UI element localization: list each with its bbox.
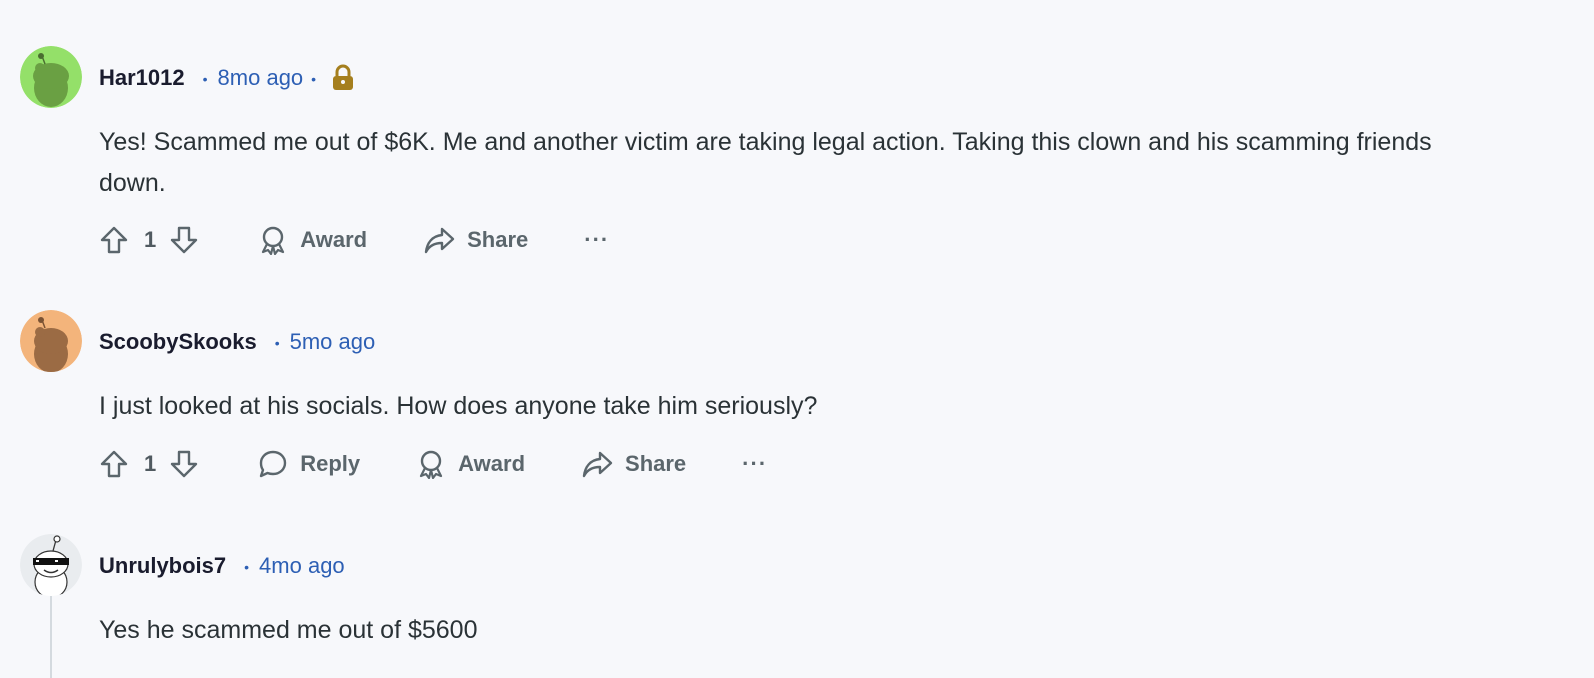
separator-dot: • xyxy=(311,71,317,87)
thread-line[interactable] xyxy=(50,596,52,678)
separator-dot: • xyxy=(274,335,280,351)
username[interactable]: Unrulybois7 xyxy=(99,553,226,579)
vote-controls: 1 xyxy=(98,224,200,256)
separator-dot: • xyxy=(244,559,250,575)
award-icon xyxy=(420,450,443,479)
share-label: Share xyxy=(467,227,529,252)
share-button[interactable]: Share xyxy=(423,225,528,255)
lock-icon xyxy=(330,64,356,92)
reply-button[interactable]: Reply xyxy=(258,449,360,479)
award-label: Award xyxy=(300,227,368,252)
reply-label: Reply xyxy=(300,451,361,476)
comment-actions: 1 Award Share ··· xyxy=(98,222,609,258)
upvote-icon[interactable] xyxy=(98,448,130,480)
timestamp[interactable]: 5mo ago xyxy=(290,329,376,355)
avatar[interactable] xyxy=(20,310,82,372)
award-label: Award xyxy=(458,451,526,476)
comment-meta: Har1012 • 8mo ago • xyxy=(99,64,356,92)
avatar[interactable] xyxy=(20,534,82,596)
share-icon xyxy=(582,451,613,478)
share-icon xyxy=(424,227,455,254)
timestamp[interactable]: 8mo ago xyxy=(218,65,304,91)
username[interactable]: Har1012 xyxy=(99,65,185,91)
award-icon xyxy=(262,226,285,255)
vote-controls: 1 xyxy=(98,448,200,480)
share-label: Share xyxy=(625,451,687,476)
comment-body: Yes he scammed me out of $5600 xyxy=(99,616,478,644)
comment-thread: Har1012 • 8mo ago • Yes! Scammed me out … xyxy=(0,0,1594,678)
comment-meta: Unrulybois7 • 4mo ago xyxy=(99,552,345,580)
timestamp[interactable]: 4mo ago xyxy=(259,553,345,579)
comment-meta: ScoobySkooks • 5mo ago xyxy=(99,328,375,356)
downvote-icon[interactable] xyxy=(168,448,200,480)
vote-score: 1 xyxy=(144,227,157,252)
award-button[interactable]: Award xyxy=(258,225,367,255)
more-icon[interactable]: ··· xyxy=(742,451,767,477)
username[interactable]: ScoobySkooks xyxy=(99,329,257,355)
vote-score: 1 xyxy=(144,451,157,476)
reply-icon xyxy=(260,450,287,478)
share-button[interactable]: Share xyxy=(581,449,686,479)
upvote-icon[interactable] xyxy=(98,224,130,256)
avatar[interactable] xyxy=(20,46,82,108)
downvote-icon[interactable] xyxy=(168,224,200,256)
comment-actions: 1 Reply Award Share ··· xyxy=(98,446,767,482)
comment-body: I just looked at his socials. How does a… xyxy=(99,392,818,420)
more-icon[interactable]: ··· xyxy=(584,227,609,253)
award-button[interactable]: Award xyxy=(416,449,525,479)
comment-body: Yes! Scammed me out of $6K. Me and anoth… xyxy=(99,128,1432,197)
separator-dot: • xyxy=(202,71,208,87)
